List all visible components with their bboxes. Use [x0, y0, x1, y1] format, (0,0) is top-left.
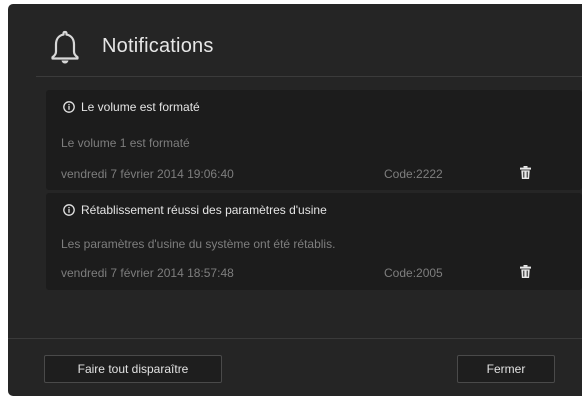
info-icon — [63, 101, 75, 113]
notification-item: Le volume est formaté Le volume 1 est fo… — [46, 90, 582, 190]
notifications-dialog: Notifications Le volume est formaté Le v… — [8, 4, 582, 396]
trash-icon[interactable] — [520, 166, 531, 179]
info-icon — [63, 204, 75, 216]
notification-title: Le volume est formaté — [63, 100, 200, 114]
notification-title-text: Le volume est formaté — [81, 100, 200, 114]
notification-date: vendredi 7 février 2014 19:06:40 — [61, 167, 234, 181]
bell-icon — [51, 30, 79, 64]
clear-all-button[interactable]: Faire tout disparaître — [44, 355, 222, 383]
notification-code: Code:2222 — [384, 167, 443, 181]
notification-item: Rétablissement réussi des paramètres d'u… — [46, 193, 582, 290]
notification-list: Le volume est formaté Le volume 1 est fo… — [46, 90, 582, 290]
footer-divider — [8, 338, 582, 339]
dialog-header: Notifications — [8, 4, 582, 76]
notification-message: Les paramètres d'usine du système ont ét… — [61, 237, 336, 251]
dialog-title: Notifications — [102, 35, 214, 57]
notification-code: Code:2005 — [384, 266, 443, 280]
notification-date: vendredi 7 février 2014 18:57:48 — [61, 266, 234, 280]
header-divider — [36, 76, 582, 77]
notification-title-text: Rétablissement réussi des paramètres d'u… — [81, 203, 327, 217]
close-button[interactable]: Fermer — [457, 355, 555, 383]
notification-title: Rétablissement réussi des paramètres d'u… — [63, 203, 327, 217]
notification-message: Le volume 1 est formaté — [61, 136, 190, 150]
trash-icon[interactable] — [520, 265, 531, 278]
